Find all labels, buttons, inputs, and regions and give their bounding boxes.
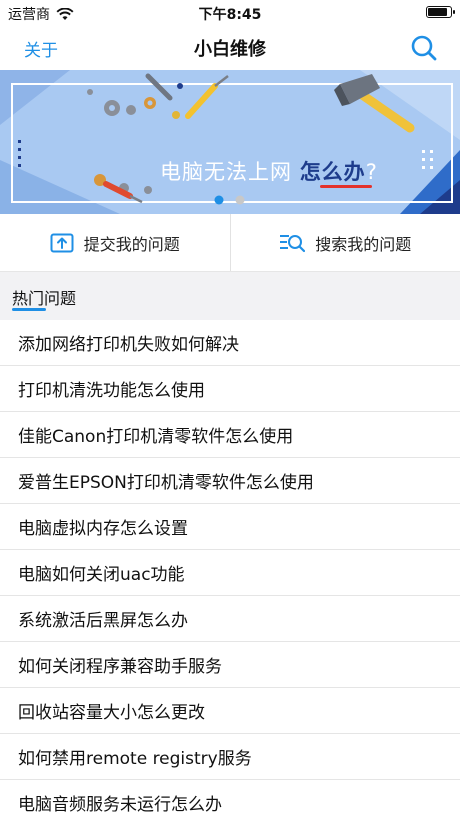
banner-text-highlight: 怎么办 — [299, 160, 366, 184]
page-title: 小白维修 — [194, 39, 266, 60]
search-icon[interactable] — [410, 34, 438, 62]
list-item-label: 佳能Canon打印机清零软件怎么使用 — [18, 427, 294, 447]
search-list-icon — [280, 234, 306, 252]
list-item-label: 电脑音频服务未运行怎么办 — [18, 795, 222, 815]
battery-icon — [426, 6, 455, 18]
status-time: 下午8:45 — [198, 7, 262, 23]
search-question-label: 搜索我的问题 — [315, 234, 412, 254]
list-item-label: 如何关闭程序兼容助手服务 — [18, 657, 222, 677]
list-item-label: 回收站容量大小怎么更改 — [18, 703, 205, 723]
section-underline — [12, 308, 46, 311]
list-item[interactable]: 电脑虚拟内存怎么设置 — [0, 504, 460, 550]
list-item[interactable]: 爱普生EPSON打印机清零软件怎么使用 — [0, 458, 460, 504]
upload-icon — [50, 233, 74, 252]
list-item[interactable]: 打印机清洗功能怎么使用 — [0, 366, 460, 412]
list-item[interactable]: 回收站容量大小怎么更改 — [0, 688, 460, 734]
banner-illustration — [0, 70, 460, 214]
search-question-button[interactable]: 搜索我的问题 — [231, 214, 460, 271]
submit-question-button[interactable]: 提交我的问题 — [0, 214, 230, 271]
list-item-label: 系统激活后黑屏怎么办 — [18, 611, 188, 631]
list-item[interactable]: 电脑如何关闭uac功能 — [0, 550, 460, 596]
list-item-label: 打印机清洗功能怎么使用 — [18, 381, 205, 401]
list-item-label: 如何禁用remote registry服务 — [18, 749, 252, 769]
list-item[interactable]: 如何禁用remote registry服务 — [0, 734, 460, 780]
banner-text-suffix: ? — [365, 160, 378, 184]
question-list: 添加网络打印机失败如何解决 打印机清洗功能怎么使用 佳能Canon打印机清零软件… — [0, 320, 460, 818]
list-item[interactable]: 添加网络打印机失败如何解决 — [0, 320, 460, 366]
page-indicator — [214, 195, 245, 205]
list-item-label: 添加网络打印机失败如何解决 — [18, 335, 239, 355]
screwdriver-icon — [185, 75, 229, 119]
banner-text-main: 电脑无法上网 — [160, 160, 292, 184]
action-row: 提交我的问题 搜索我的问题 — [0, 214, 460, 272]
nav-bar: 关于 小白维修 — [0, 26, 460, 70]
banner-headline: 电脑无法上网 怎么办? — [160, 156, 378, 186]
list-item[interactable]: 电脑音频服务未运行怎么办 — [0, 780, 460, 818]
list-item[interactable]: 系统激活后黑屏怎么办 — [0, 596, 460, 642]
banner-underline — [320, 185, 372, 188]
status-right — [426, 6, 455, 18]
section-header: 热门问题 — [0, 272, 460, 320]
list-item[interactable]: 佳能Canon打印机清零软件怎么使用 — [0, 412, 460, 458]
banner-carousel[interactable]: 电脑无法上网 怎么办? — [0, 70, 460, 214]
submit-question-label: 提交我的问题 — [83, 234, 180, 254]
list-item-label: 电脑如何关闭uac功能 — [18, 565, 185, 585]
section-title: 热门问题 — [12, 289, 77, 308]
list-item[interactable]: 如何关闭程序兼容助手服务 — [0, 642, 460, 688]
status-bar: 运营商 下午8:45 — [0, 0, 460, 26]
list-item-label: 爱普生EPSON打印机清零软件怎么使用 — [18, 473, 314, 493]
list-item-label: 电脑虚拟内存怎么设置 — [18, 519, 188, 539]
